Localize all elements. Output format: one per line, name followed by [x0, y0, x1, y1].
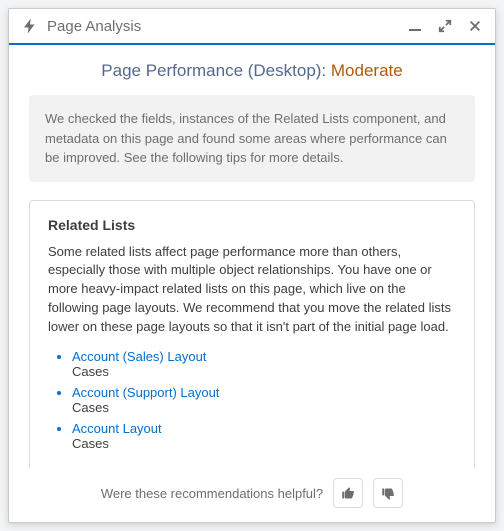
layout-link[interactable]: Account (Sales) Layout [72, 349, 456, 364]
card-description: Some related lists affect page performan… [48, 243, 456, 337]
layout-sub: Cases [72, 436, 456, 451]
expand-button[interactable] [437, 18, 453, 34]
performance-rating: Moderate [331, 61, 403, 80]
minimize-button[interactable] [407, 18, 423, 34]
page-analysis-panel: Page Analysis Page Performance (Desktop)… [8, 8, 496, 523]
feedback-prompt: Were these recommendations helpful? [101, 486, 323, 501]
feedback-footer: Were these recommendations helpful? [9, 468, 495, 522]
layout-sub: Cases [72, 364, 456, 379]
list-item: Account (Support) Layout Cases [72, 385, 456, 415]
list-item: Account Layout Cases [72, 421, 456, 451]
layout-link[interactable]: Account Layout [72, 421, 456, 436]
layout-sub: Cases [72, 400, 456, 415]
thumbs-down-button[interactable] [373, 478, 403, 508]
related-lists-card: Related Lists Some related lists affect … [29, 200, 475, 469]
performance-heading: Page Performance (Desktop): Moderate [29, 61, 475, 81]
close-button[interactable] [467, 18, 483, 34]
lightning-icon [21, 17, 39, 35]
thumbs-up-button[interactable] [333, 478, 363, 508]
panel-title: Page Analysis [47, 18, 407, 35]
summary-box: We checked the fields, instances of the … [29, 95, 475, 182]
panel-header: Page Analysis [9, 9, 495, 45]
performance-label: Page Performance (Desktop): [101, 61, 331, 80]
card-title: Related Lists [48, 217, 456, 233]
list-item: Account (Sales) Layout Cases [72, 349, 456, 379]
layout-link[interactable]: Account (Support) Layout [72, 385, 456, 400]
